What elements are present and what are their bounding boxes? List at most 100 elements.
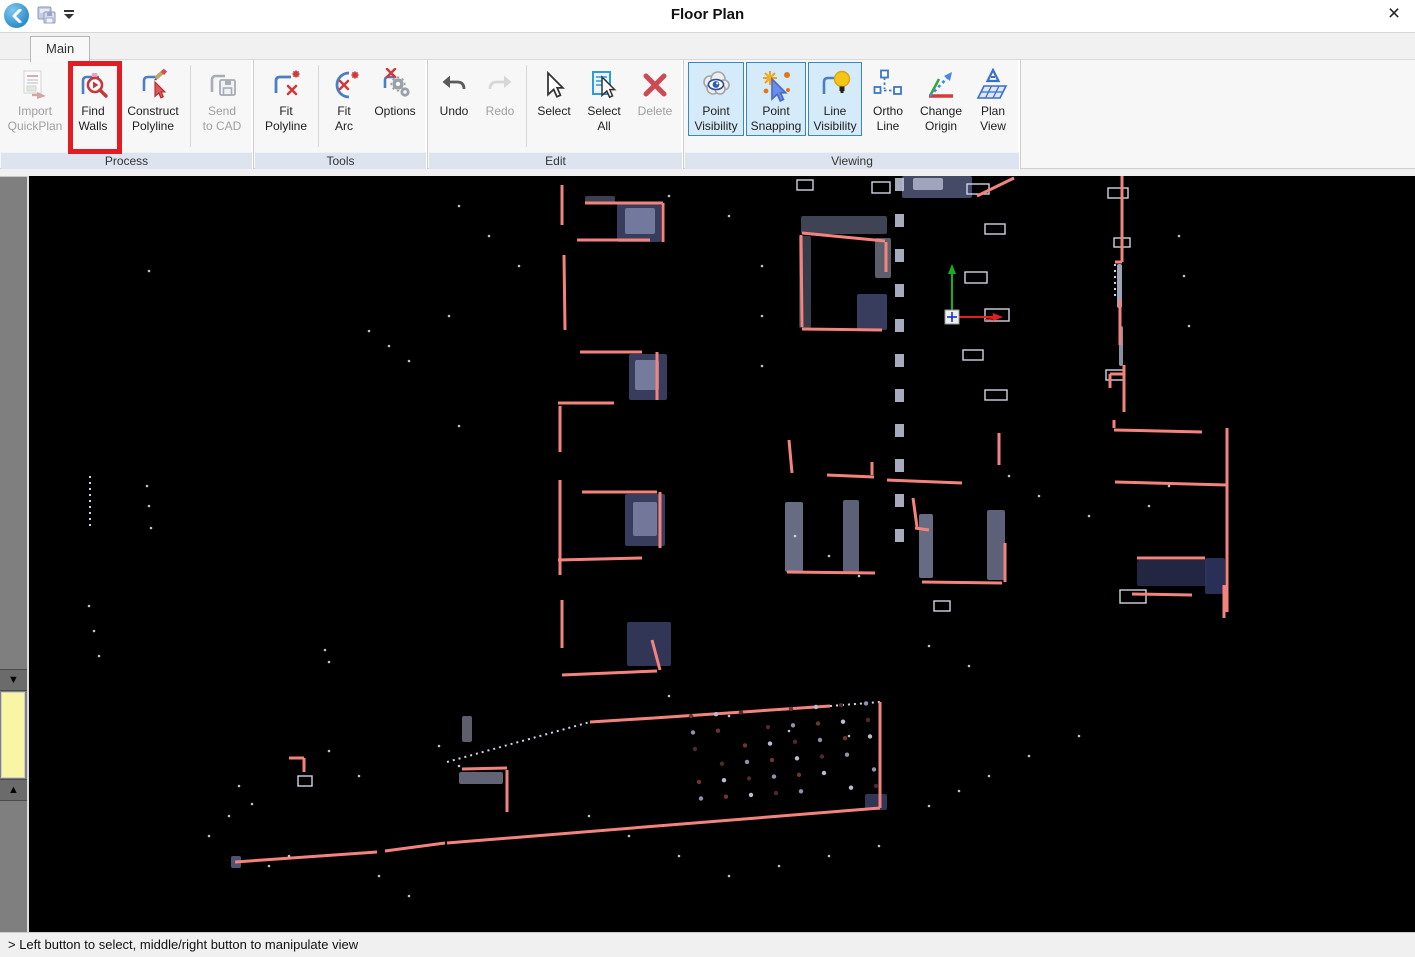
grid-dot — [697, 780, 701, 784]
ortho-line-button[interactable]: Ortho Line — [864, 62, 912, 136]
undo-button[interactable]: Undo — [432, 62, 476, 136]
point-visibility-button[interactable]: Point Visibility — [688, 62, 744, 136]
point-speck — [1028, 755, 1031, 758]
options-button[interactable]: Options — [367, 62, 423, 136]
wall-line[interactable] — [913, 498, 917, 527]
point-cluster — [801, 216, 887, 234]
wall-line[interactable] — [1132, 594, 1192, 595]
close-button[interactable]: × — [1381, 2, 1407, 26]
options-icon — [377, 67, 413, 103]
grid-dot — [814, 705, 818, 709]
wall-line[interactable] — [235, 852, 377, 862]
point-snapping-button[interactable]: Point Snapping — [746, 62, 806, 136]
group-separator — [526, 65, 527, 147]
point-speck — [328, 661, 331, 664]
grid-dot — [747, 776, 751, 780]
point-speck — [328, 750, 331, 753]
wall-line[interactable] — [802, 233, 885, 241]
select-label: Select — [537, 104, 570, 134]
grid-dot — [770, 758, 774, 762]
wall-line[interactable] — [802, 329, 882, 330]
ribbon-group-viewing: Point Visibility Point SnappingLine Visib… — [684, 60, 1021, 169]
point-speck — [148, 270, 151, 273]
column-point-cluster — [895, 178, 904, 191]
delete-label: Delete — [638, 104, 673, 134]
group-separator — [318, 65, 319, 147]
plan-view-button[interactable]: Plan View — [970, 62, 1016, 136]
point-cluster — [635, 360, 659, 390]
scroll-up-button[interactable]: ▲ — [0, 779, 27, 801]
point-speck — [761, 365, 764, 368]
wall-line[interactable] — [922, 582, 1002, 583]
grid-dot — [724, 795, 728, 799]
ortho-line-label: Ortho Line — [873, 104, 903, 134]
point-cluster — [875, 238, 891, 278]
tab-main[interactable]: Main — [30, 36, 90, 62]
grid-dot — [822, 771, 826, 775]
point-speck — [968, 665, 971, 668]
grid-dot — [795, 756, 799, 760]
find-walls-button[interactable]: Find Walls — [68, 62, 118, 136]
select-all-button[interactable]: Select All — [579, 62, 629, 136]
column-point-cluster — [895, 354, 904, 367]
point-cluster — [857, 294, 887, 330]
wall-line[interactable] — [977, 178, 1014, 196]
undo-icon — [436, 67, 472, 103]
grid-dot — [872, 767, 876, 771]
point-speck — [88, 605, 91, 608]
wall-line[interactable] — [558, 558, 642, 560]
select-button[interactable]: Select — [531, 62, 577, 136]
plan-canvas[interactable] — [27, 176, 1415, 932]
wall-line[interactable] — [590, 718, 654, 722]
point-speck — [778, 865, 781, 868]
point-visibility-label: Point Visibility — [694, 104, 737, 134]
wall-line[interactable] — [789, 440, 792, 473]
grid-dot — [772, 774, 776, 778]
left-scrollbar[interactable]: ▼ ▲ — [0, 176, 27, 932]
tab-strip: Main — [0, 32, 1415, 60]
wall-line[interactable] — [562, 671, 657, 675]
change-origin-icon — [923, 67, 959, 103]
fit-arc-label: Fit Arc — [335, 104, 353, 134]
grid-dot — [874, 784, 878, 788]
wall-line[interactable] — [887, 480, 962, 483]
ortho-line-icon — [870, 67, 906, 103]
point-cluster — [459, 772, 503, 784]
delete-icon — [637, 67, 673, 103]
column-point-cluster — [895, 284, 904, 297]
ribbon: Import QuickPlanFind WallsConstruct Poly… — [0, 59, 1415, 169]
point-speck — [1008, 475, 1011, 478]
line-visibility-button[interactable]: Line Visibility — [808, 62, 862, 136]
grid-dot — [868, 734, 872, 738]
grid-dot — [818, 738, 822, 742]
point-cluster — [633, 502, 657, 536]
origin-y-arrowhead — [948, 264, 956, 274]
wall-line[interactable] — [801, 235, 802, 327]
point-speck — [288, 855, 291, 858]
wall-line[interactable] — [1114, 430, 1202, 432]
point-speck — [1188, 325, 1191, 328]
wall-line[interactable] — [564, 255, 565, 330]
wall-line[interactable] — [827, 475, 874, 477]
find-walls-icon — [75, 67, 111, 103]
point-cluster — [785, 502, 803, 572]
select-all-label: Select All — [587, 104, 620, 134]
undo-label: Undo — [440, 104, 469, 134]
wall-line[interactable] — [915, 528, 929, 530]
point-cloud-view[interactable] — [29, 176, 1415, 932]
fit-polyline-button[interactable]: Fit Polyline — [258, 62, 314, 136]
scroll-down-button[interactable]: ▼ — [0, 669, 27, 691]
point-speck — [150, 527, 153, 530]
wall-line[interactable] — [787, 572, 875, 573]
group-label-process: Process — [1, 152, 252, 169]
point-speck — [668, 695, 671, 698]
scroll-thumb[interactable] — [1, 692, 25, 778]
wall-line[interactable] — [1115, 482, 1227, 485]
grid-dot — [714, 712, 718, 716]
construct-polyline-button[interactable]: Construct Polyline — [120, 62, 186, 136]
fit-arc-button[interactable]: Fit Arc — [323, 62, 365, 136]
wall-line[interactable] — [385, 843, 445, 851]
change-origin-button[interactable]: Change Origin — [914, 62, 968, 136]
wall-line[interactable] — [447, 808, 880, 843]
wall-line[interactable] — [462, 768, 507, 769]
